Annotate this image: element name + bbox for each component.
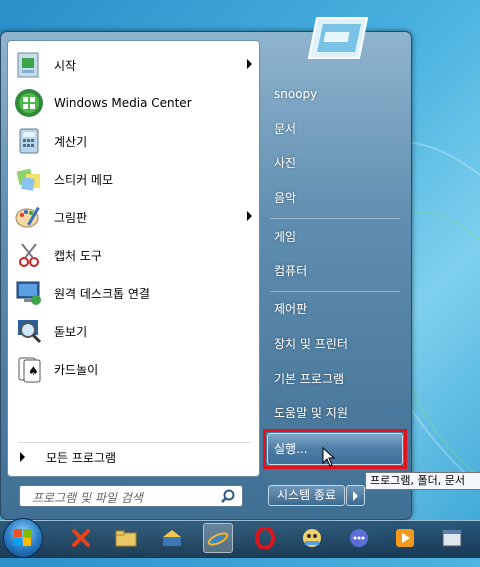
taskbar-window-icon[interactable] bbox=[437, 523, 467, 553]
program-item-paint[interactable]: 그림판 bbox=[11, 199, 256, 235]
all-programs-button[interactable]: 모든 프로그램 bbox=[16, 446, 252, 468]
place-default-programs[interactable]: 기본 프로그램 bbox=[266, 364, 404, 394]
mouse-cursor-icon bbox=[322, 446, 336, 470]
paint-icon bbox=[13, 201, 45, 233]
shutdown-button[interactable]: 시스템 종료 bbox=[268, 485, 345, 506]
program-item-snipping-tool[interactable]: 캡처 도구 bbox=[11, 237, 256, 273]
place-games[interactable]: 게임 bbox=[266, 222, 404, 252]
start-button[interactable] bbox=[3, 518, 43, 558]
shutdown-options-button[interactable] bbox=[346, 485, 365, 506]
programs-pane: 시작 Windows Media Center 계산기 스티커 메모 그림판 캡… bbox=[7, 40, 260, 477]
place-music[interactable]: 음악 bbox=[266, 183, 404, 213]
program-item-magnifier[interactable]: 돋보기 bbox=[11, 313, 256, 349]
tooltip: 프로그램, 폴더, 문서 bbox=[365, 472, 480, 490]
place-help-support[interactable]: 도움말 및 지원 bbox=[266, 398, 404, 428]
taskbar-ie-icon[interactable]: e bbox=[203, 523, 233, 553]
taskbar-character-icon[interactable] bbox=[297, 523, 327, 553]
program-label: 시작 bbox=[54, 58, 77, 73]
svg-text:♠: ♠ bbox=[28, 364, 39, 378]
magnifier-icon bbox=[13, 315, 45, 347]
search-placeholder: 프로그램 및 파일 검색 bbox=[32, 491, 143, 505]
divider bbox=[270, 218, 400, 219]
program-item-calculator[interactable]: 계산기 bbox=[11, 123, 256, 159]
solitaire-icon: ♠ bbox=[13, 353, 45, 385]
program-item-remote-desktop[interactable]: 원격 데스크톱 연결 bbox=[11, 275, 256, 311]
program-label: 돋보기 bbox=[54, 324, 88, 339]
program-item-media-center[interactable]: Windows Media Center bbox=[11, 85, 256, 121]
program-label: 스티커 메모 bbox=[54, 172, 114, 187]
submenu-arrow-icon[interactable] bbox=[247, 211, 252, 221]
taskbar-chat-icon[interactable] bbox=[344, 523, 374, 553]
program-item-solitaire[interactable]: ♠ 카드놀이 bbox=[11, 351, 256, 387]
program-label: 캡처 도구 bbox=[54, 248, 102, 263]
submenu-arrow-icon[interactable] bbox=[247, 59, 252, 69]
divider bbox=[270, 291, 400, 292]
place-devices-printers[interactable]: 장치 및 프린터 bbox=[266, 329, 404, 359]
divider bbox=[18, 442, 250, 443]
taskbar-x-app-icon[interactable] bbox=[66, 523, 96, 553]
place-computer[interactable]: 컴퓨터 bbox=[266, 256, 404, 286]
search-input[interactable]: 프로그램 및 파일 검색 bbox=[19, 485, 243, 507]
calculator-icon bbox=[13, 125, 45, 157]
place-pictures[interactable]: 사진 bbox=[266, 148, 404, 178]
taskbar-network-icon[interactable] bbox=[157, 523, 187, 553]
taskbar-media-player-icon[interactable] bbox=[390, 523, 420, 553]
program-label: 원격 데스크톱 연결 bbox=[54, 286, 150, 301]
all-programs-label: 모든 프로그램 bbox=[46, 450, 117, 465]
media-center-icon bbox=[13, 87, 45, 119]
search-icon[interactable] bbox=[221, 489, 235, 503]
program-label: 계산기 bbox=[54, 134, 88, 149]
program-item-sticky-notes[interactable]: 스티커 메모 bbox=[11, 161, 256, 197]
getting-started-icon bbox=[13, 49, 45, 81]
snipping-tool-icon bbox=[13, 239, 45, 271]
remote-desktop-icon bbox=[13, 277, 45, 309]
program-label: 카드놀이 bbox=[54, 362, 99, 377]
program-label: 그림판 bbox=[54, 210, 88, 225]
expand-arrow-icon bbox=[20, 452, 25, 462]
arrow-right-icon bbox=[353, 491, 358, 501]
user-picture-icon[interactable] bbox=[307, 16, 369, 60]
program-item-getting-started[interactable]: 시작 bbox=[11, 47, 256, 83]
taskbar-folder-icon[interactable] bbox=[111, 523, 141, 553]
taskbar-opera-icon[interactable] bbox=[250, 523, 280, 553]
program-label: Windows Media Center bbox=[54, 96, 192, 110]
place-user-folder[interactable]: snoopy bbox=[266, 79, 404, 109]
sticky-notes-icon bbox=[13, 163, 45, 195]
place-control-panel[interactable]: 제어판 bbox=[266, 294, 404, 324]
place-documents[interactable]: 문서 bbox=[266, 114, 404, 144]
